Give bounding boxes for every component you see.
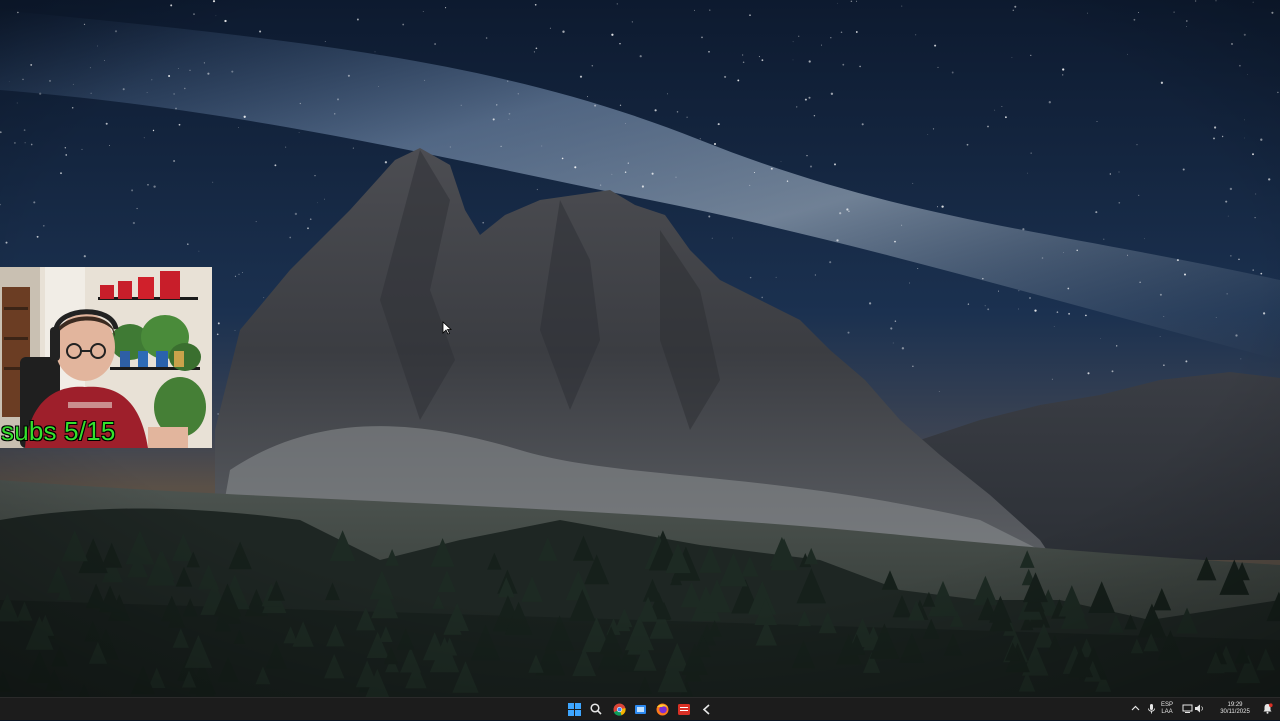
clock[interactable]: 19:29 30/11/2025	[1214, 702, 1256, 716]
search-icon	[590, 703, 602, 715]
taskbar-app-other[interactable]	[697, 700, 715, 718]
desktop[interactable]: subs 5/15	[0, 0, 1280, 697]
microphone-icon[interactable]	[1146, 703, 1157, 714]
clock-date: 30/11/2025	[1220, 709, 1250, 715]
taskbar-app-store[interactable]	[631, 700, 649, 718]
taskbar-app-recorder[interactable]	[675, 700, 693, 718]
subs-counter: subs 5/15	[1, 416, 116, 446]
taskbar: ESP LAA 19:29 30/11/2025	[0, 697, 1280, 720]
chevron-up-icon[interactable]	[1130, 703, 1141, 714]
network-icon[interactable]	[1182, 703, 1193, 714]
taskbar-app-chrome[interactable]	[610, 700, 628, 718]
search-button[interactable]	[587, 700, 605, 718]
mouse-cursor-icon	[442, 321, 452, 335]
recorder-icon	[678, 703, 690, 715]
volume-icon[interactable]	[1194, 703, 1205, 714]
taskbar-app-firefox[interactable]	[653, 700, 671, 718]
language-line2: LAA	[1161, 709, 1173, 715]
chrome-icon	[613, 703, 626, 716]
language-line1: ESP	[1160, 702, 1173, 708]
language-indicator[interactable]: ESP LAA	[1160, 702, 1174, 716]
start-button[interactable]	[565, 700, 583, 718]
webcam-overlay: subs 5/15	[0, 267, 212, 448]
clock-time: 19:29	[1227, 702, 1243, 708]
notification-bell-icon[interactable]	[1262, 703, 1273, 714]
store-icon	[634, 704, 646, 714]
firefox-icon	[656, 703, 668, 715]
app-icon	[702, 703, 710, 715]
system-tray: ESP LAA 19:29 30/11/2025	[1130, 698, 1280, 721]
windows-logo-icon	[567, 702, 581, 716]
